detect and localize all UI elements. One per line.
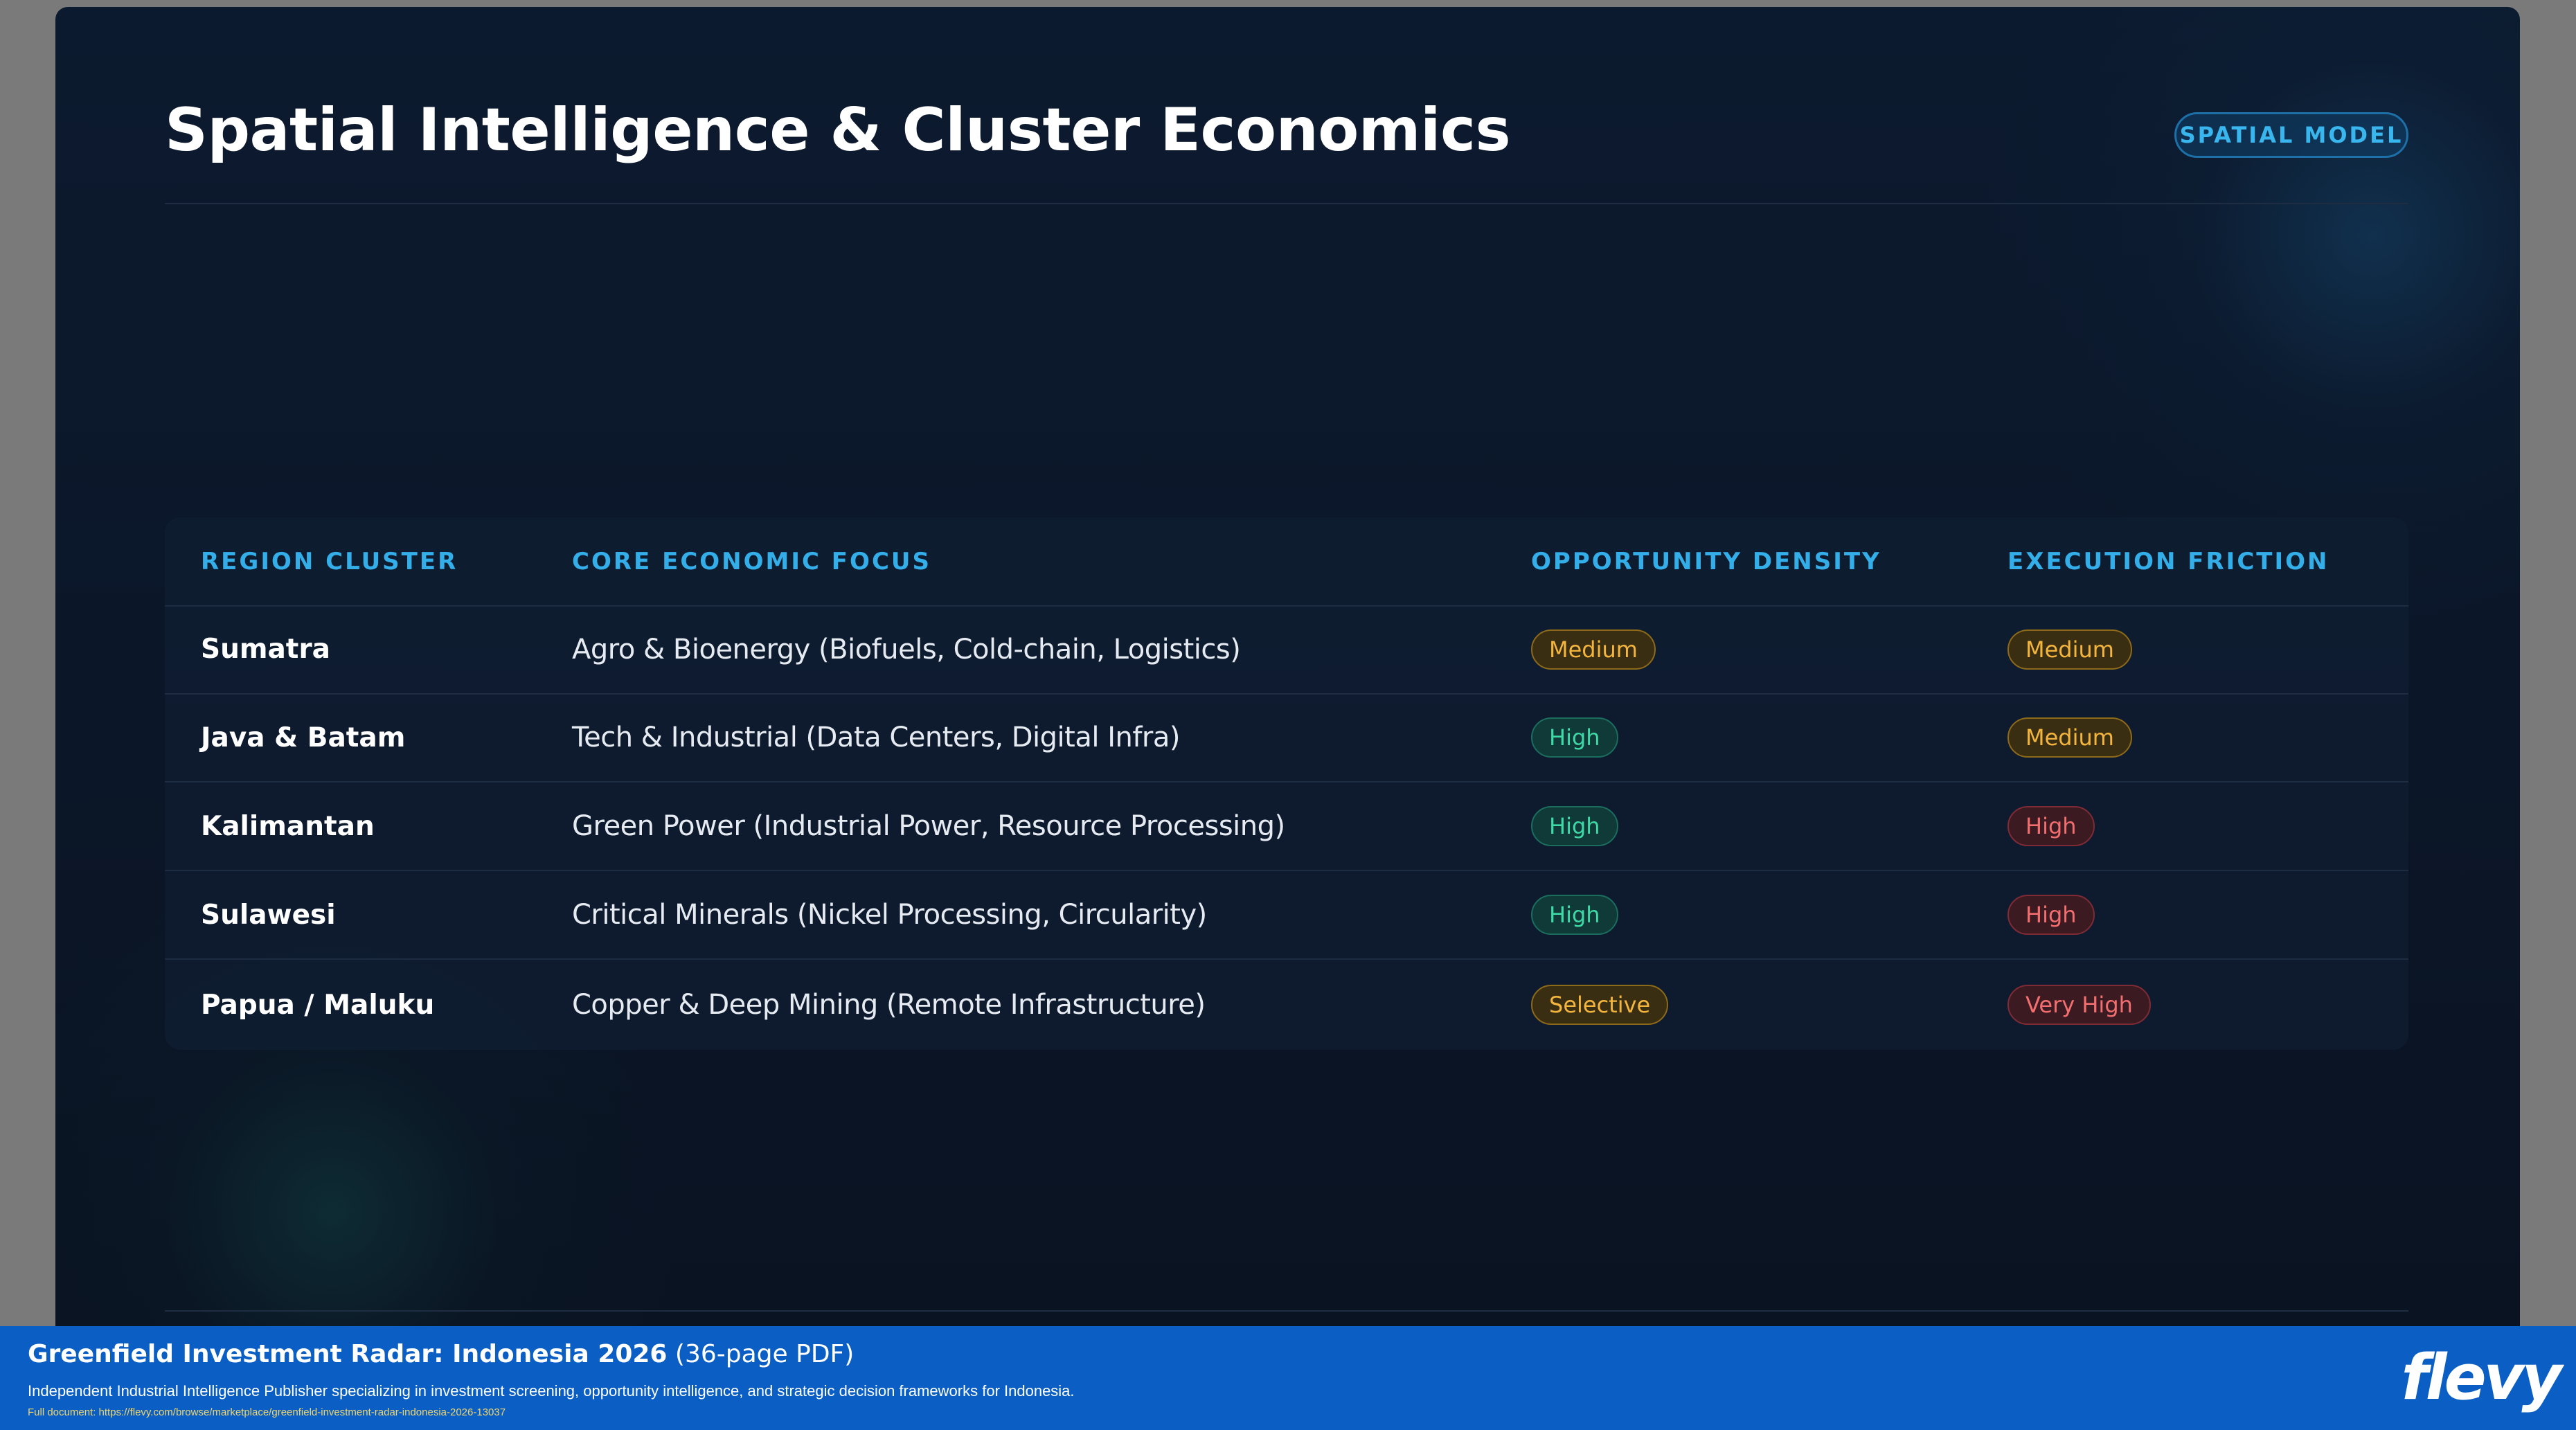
footer-page-count: (36-page PDF) [674,1340,855,1368]
header-core-economic-focus: CORE ECONOMIC FOCUS [572,547,931,575]
header-execution-friction: EXECUTION FRICTION [2007,547,2329,575]
table-row: Sumatra Agro & Bioenergy (Biofuels, Cold… [165,605,2408,695]
spatial-model-badge: SPATIAL MODEL [2174,112,2408,158]
document-footer-banner: Greenfield Investment Radar: Indonesia 2… [0,1326,2576,1430]
friction-badge: High [2007,895,2095,935]
table-row: Java & Batam Tech & Industrial (Data Cen… [165,694,2408,783]
table-header-row: REGION CLUSTER CORE ECONOMIC FOCUS OPPOR… [165,517,2408,607]
opportunity-badge: High [1531,717,1618,758]
opportunity-badge: Selective [1531,985,1669,1025]
region-name: Java & Batam [201,722,406,753]
friction-badge: Medium [2007,717,2132,758]
page-title: Spatial Intelligence & Cluster Economics [165,96,1511,165]
economic-focus: Tech & Industrial (Data Centers, Digital… [572,722,1180,753]
table-row: Sulawesi Critical Minerals (Nickel Proce… [165,871,2408,960]
opportunity-badge: High [1531,806,1618,846]
friction-badge: Medium [2007,629,2132,670]
header-region-cluster: REGION CLUSTER [201,547,458,575]
table-row: Kalimantan Green Power (Industrial Power… [165,783,2408,871]
friction-badge: Very High [2007,985,2151,1025]
economic-focus: Green Power (Industrial Power, Resource … [572,810,1285,842]
bottom-divider [165,1310,2408,1312]
region-name: Sulawesi [201,899,336,931]
economic-focus: Copper & Deep Mining (Remote Infrastruct… [572,989,1206,1021]
footer-title: Greenfield Investment Radar: Indonesia 2… [28,1340,854,1368]
cluster-table: REGION CLUSTER CORE ECONOMIC FOCUS OPPOR… [165,517,2408,1050]
slide: Spatial Intelligence & Cluster Economics… [55,7,2520,1326]
table-row: Papua / Maluku Copper & Deep Mining (Rem… [165,960,2408,1050]
region-name: Kalimantan [201,810,375,842]
footer-document-title: Greenfield Investment Radar: Indonesia 2… [28,1340,668,1368]
opportunity-badge: Medium [1531,629,1656,670]
economic-focus: Critical Minerals (Nickel Processing, Ci… [572,899,1207,931]
flevy-logo[interactable]: flevy [2401,1341,2562,1414]
region-name: Papua / Maluku [201,989,435,1021]
footer-description: Independent Industrial Intelligence Publ… [28,1382,1075,1400]
friction-badge: High [2007,806,2095,846]
title-divider [165,203,2408,204]
region-name: Sumatra [201,634,331,665]
opportunity-badge: High [1531,895,1618,935]
header-opportunity-density: OPPORTUNITY DENSITY [1531,547,1881,575]
footer-document-link[interactable]: Full document: https://flevy.com/browse/… [28,1406,506,1418]
economic-focus: Agro & Bioenergy (Biofuels, Cold-chain, … [572,633,1241,665]
